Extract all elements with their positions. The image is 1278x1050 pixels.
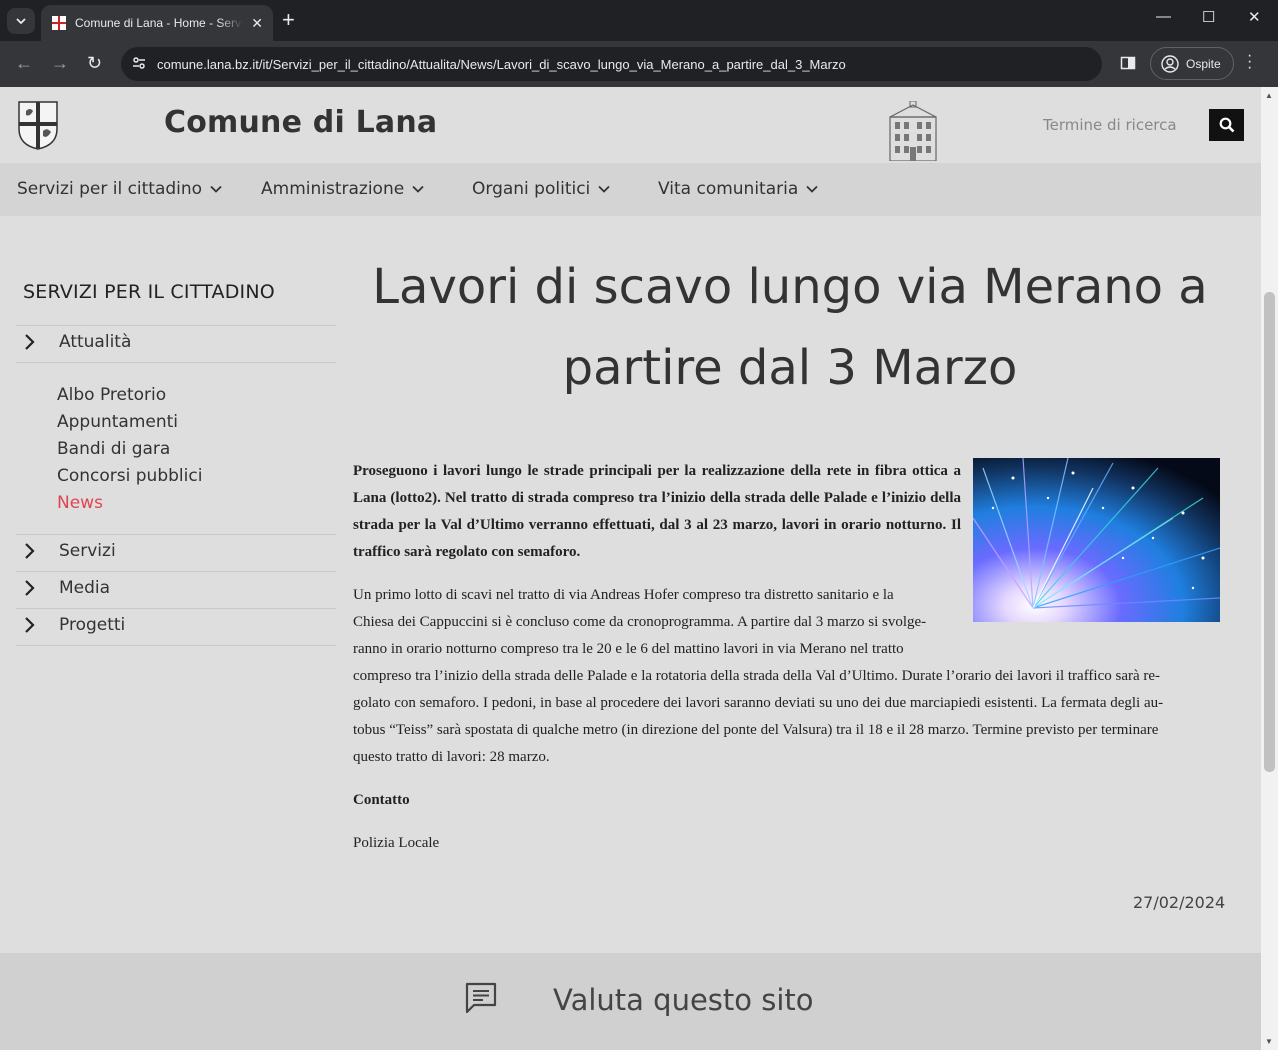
- sidebar-item-media[interactable]: Media: [20, 578, 110, 598]
- coat-of-arms-logo[interactable]: [16, 99, 60, 151]
- article-body-line: Chiesa dei Cappuccini si è concluso come…: [353, 614, 927, 630]
- page-content: Comune di Lana Servizi per il cittadino …: [0, 87, 1261, 1050]
- new-tab-button[interactable]: +: [282, 9, 295, 31]
- sidebar-item-servizi[interactable]: Servizi: [20, 541, 116, 561]
- sidebar-item-label: Media: [59, 578, 111, 598]
- article-body-line: golato con semaforo. I pedoni, in base a…: [353, 695, 1164, 711]
- town-hall-icon: [889, 101, 937, 161]
- sidebar-subitem-bandi-di-gara[interactable]: Bandi di gara: [57, 439, 170, 459]
- article-lead: Proseguono i lavori lungo le strade prin…: [353, 463, 961, 560]
- sidebar-item-label: Progetti: [59, 615, 126, 635]
- back-icon[interactable]: ←: [15, 53, 33, 74]
- nav-item-label: Amministrazione: [261, 179, 405, 199]
- nav-item-amministrazione[interactable]: Amministrazione: [261, 179, 424, 199]
- profile-label: Ospite: [1186, 56, 1221, 71]
- chevron-right-icon: [25, 543, 35, 559]
- article-body-line: compreso tra l’inizio della strada delle…: [353, 668, 1161, 684]
- browser-menu-icon[interactable]: · · ·: [1247, 48, 1252, 76]
- nav-item-servizi[interactable]: Servizi per il cittadino: [17, 179, 222, 199]
- chevron-right-icon: [25, 617, 35, 633]
- browser-tabbar: Comune di Lana - Home - Servi ✕ + — ☐ ✕: [0, 0, 1278, 41]
- nav-item-label: Vita comunitaria: [658, 179, 799, 199]
- rating-band: Valuta questo sito: [0, 953, 1261, 1050]
- chevron-down-icon: [598, 185, 610, 193]
- chevron-down-icon: [412, 185, 424, 193]
- forward-icon[interactable]: →: [51, 53, 69, 74]
- search-button[interactable]: [1209, 109, 1244, 141]
- chevron-down-icon: [210, 185, 222, 193]
- rate-site-link[interactable]: Valuta questo sito: [553, 983, 814, 1017]
- divider: [16, 325, 336, 326]
- sidebar-subitem-concorsi-pubblici[interactable]: Concorsi pubblici: [57, 466, 202, 486]
- divider: [16, 571, 336, 572]
- side-panel-icon[interactable]: [1120, 55, 1136, 71]
- nav-item-label: Organi politici: [472, 179, 591, 199]
- maximize-icon[interactable]: ☐: [1202, 8, 1215, 26]
- main-navigation: Servizi per il cittadino Amministrazione…: [0, 163, 1261, 216]
- minimize-icon[interactable]: —: [1156, 8, 1171, 25]
- tab-close-icon[interactable]: ✕: [251, 15, 263, 32]
- tab-title: Comune di Lana - Home - Servi: [75, 16, 244, 30]
- sidebar-title: SERVIZI PER IL CITTADINO: [23, 281, 275, 303]
- close-window-icon[interactable]: ✕: [1248, 8, 1261, 26]
- article-body-line: tobus “Teiss” sarà spostata di qualche m…: [353, 722, 1159, 738]
- article-title-line: partire dal 3 Marzo: [562, 340, 1018, 396]
- profile-button[interactable]: Ospite: [1150, 47, 1234, 80]
- browser-tab[interactable]: Comune di Lana - Home - Servi ✕: [41, 5, 273, 41]
- sidebar-item-attualita[interactable]: Attualità: [20, 332, 131, 352]
- article-title: Lavori di scavo lungo via Merano a parti…: [353, 247, 1227, 409]
- article-body: Un primo lotto di scavi nel tratto di vi…: [353, 582, 1218, 771]
- nav-item-organi-politici[interactable]: Organi politici: [472, 179, 610, 199]
- account-icon: [1161, 54, 1179, 73]
- url-text: comune.lana.bz.it/it/Servizi_per_il_citt…: [157, 56, 846, 72]
- article-body-line: questo tratto di lavori: 28 marzo.: [353, 749, 550, 765]
- scroll-up-icon[interactable]: ▲: [1265, 91, 1273, 100]
- scroll-thumb[interactable]: [1264, 292, 1275, 772]
- address-bar[interactable]: comune.lana.bz.it/it/Servizi_per_il_citt…: [121, 47, 1102, 81]
- reload-icon[interactable]: ↻: [87, 53, 102, 74]
- site-info-icon[interactable]: [131, 55, 151, 74]
- article-body-line: Un primo lotto di scavi nel tratto di vi…: [353, 587, 894, 603]
- nav-item-vita-comunitaria[interactable]: Vita comunitaria: [658, 179, 818, 199]
- sidebar-subitem-appuntamenti[interactable]: Appuntamenti: [57, 412, 178, 432]
- sidebar-subitem-albo-pretorio[interactable]: Albo Pretorio: [57, 385, 166, 405]
- scrollbar[interactable]: ▲ ▼: [1261, 87, 1278, 1050]
- divider: [16, 534, 336, 535]
- site-name[interactable]: Comune di Lana: [164, 105, 437, 140]
- favicon-icon: [51, 15, 67, 31]
- divider: [16, 645, 336, 646]
- sidebar-item-progetti[interactable]: Progetti: [20, 615, 125, 635]
- site-header: Comune di Lana: [0, 87, 1261, 163]
- divider: [16, 608, 336, 609]
- search-input[interactable]: [1038, 109, 1208, 141]
- browser-toolbar: ← → ↻ comune.lana.bz.it/it/Servizi_per_i…: [0, 41, 1278, 87]
- chevron-down-icon: [16, 18, 26, 25]
- chevron-right-icon: [25, 580, 35, 596]
- nav-item-label: Servizi per il cittadino: [17, 179, 203, 199]
- chevron-down-icon: [806, 185, 818, 193]
- scroll-down-icon[interactable]: ▼: [1265, 1037, 1273, 1046]
- sidebar-item-label: Servizi: [59, 541, 116, 561]
- contact-value: Polizia Locale: [353, 835, 440, 851]
- article-title-line: Lavori di scavo lungo via Merano a: [372, 259, 1208, 315]
- sidebar-subitem-news[interactable]: News: [57, 493, 103, 513]
- search-icon: [1219, 117, 1234, 133]
- publish-date: 27/02/2024: [1133, 893, 1226, 912]
- contact-heading: Contatto: [353, 792, 410, 808]
- tab-search-button[interactable]: [7, 8, 35, 34]
- article-body-line: ranno in orario notturno compreso tra le…: [353, 641, 904, 657]
- chevron-right-icon: [25, 334, 35, 350]
- sidebar-item-label: Attualità: [59, 332, 132, 352]
- divider: [16, 362, 336, 363]
- feedback-icon: [465, 982, 497, 1014]
